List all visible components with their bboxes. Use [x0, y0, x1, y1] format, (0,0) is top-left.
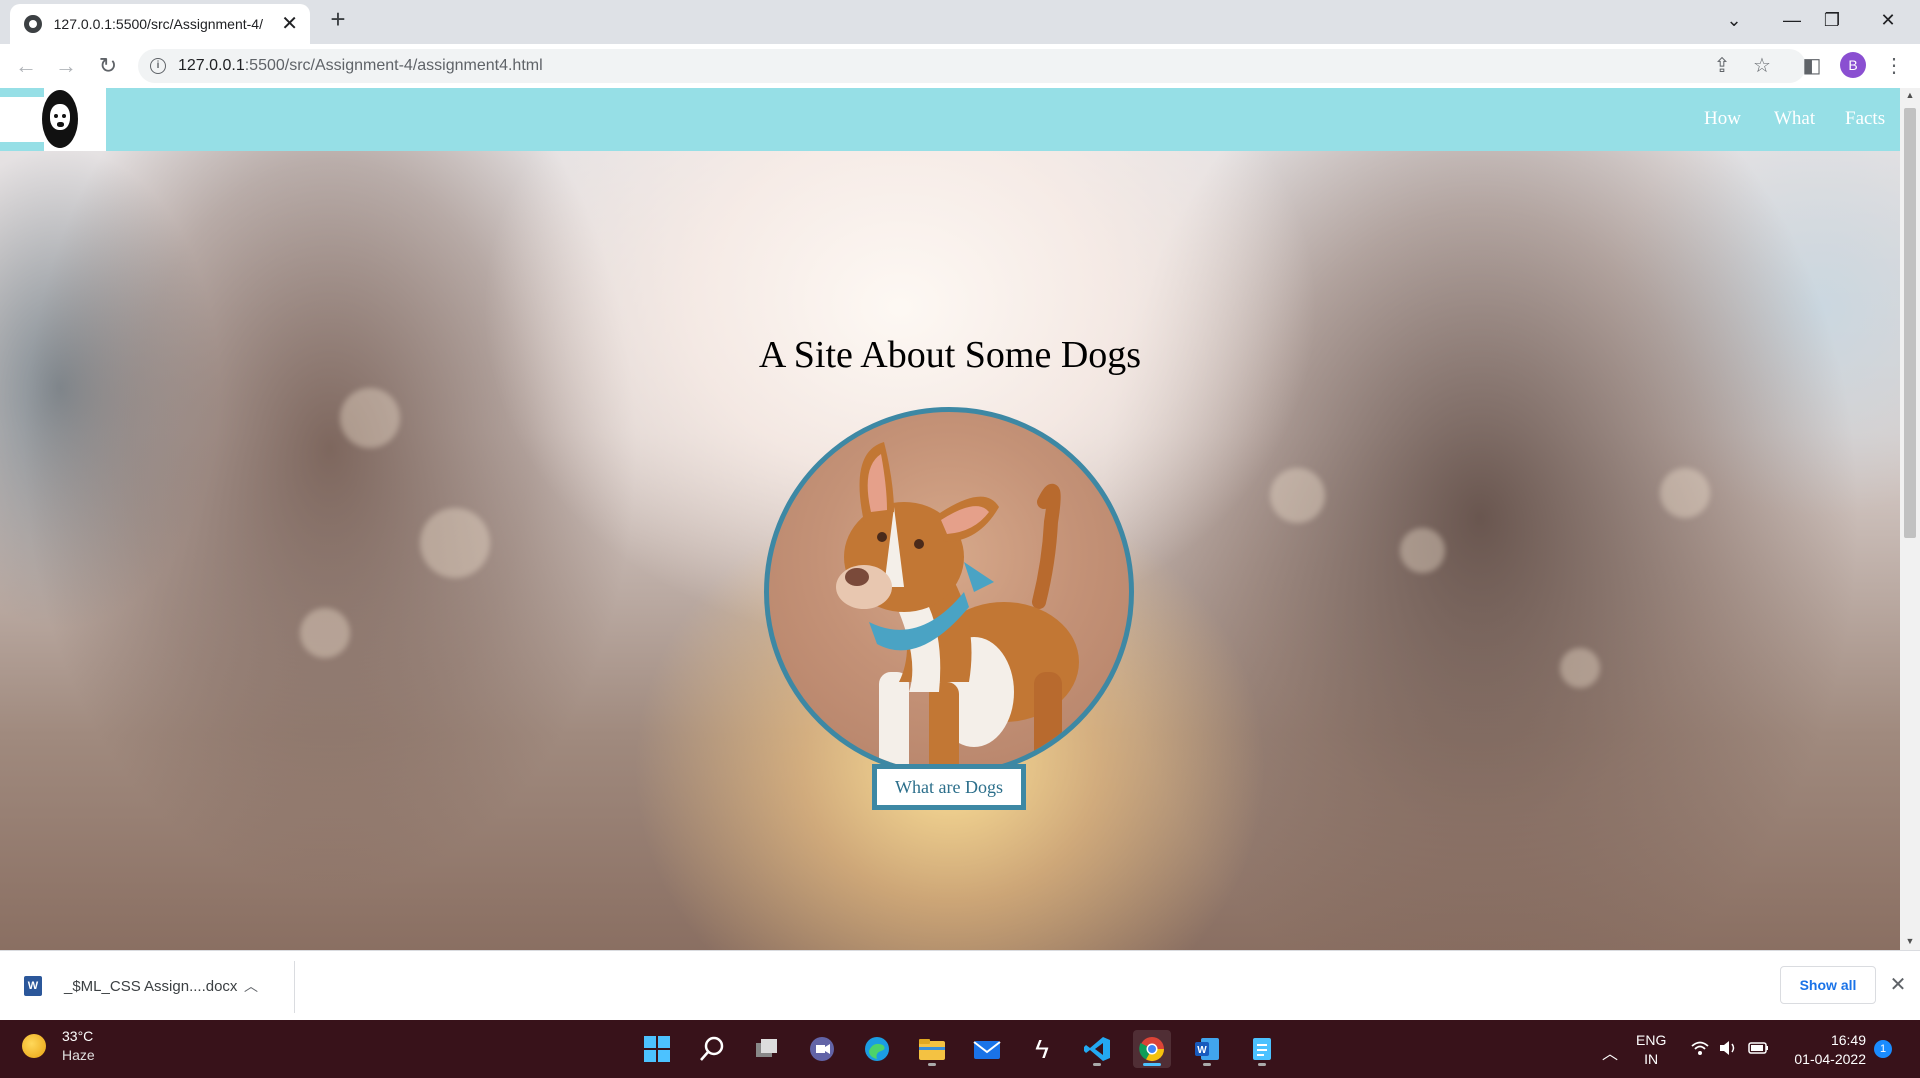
dog-illustration: [836, 442, 1079, 772]
teams-chat-icon[interactable]: [803, 1030, 841, 1068]
temperature: 33°C: [62, 1028, 94, 1044]
download-bar: W _$ML_CSS Assign....docx ︿ Show all ✕: [0, 950, 1920, 1020]
file-explorer-icon[interactable]: [913, 1030, 951, 1068]
nav-link-how[interactable]: How: [1704, 108, 1741, 130]
site-info-icon[interactable]: i: [150, 58, 166, 74]
weather-condition: Haze: [62, 1047, 95, 1063]
reload-icon[interactable]: ↻: [94, 52, 122, 80]
wifi-icon[interactable]: [1690, 1040, 1710, 1061]
browser-toolbar: ← → ↻ i 127.0.0.1:5500/src/Assignment-4/…: [0, 44, 1920, 88]
share-icon[interactable]: ⇪: [1708, 52, 1736, 80]
logo-container: [0, 88, 106, 151]
sun-haze-icon: [22, 1033, 46, 1058]
tab-strip: 127.0.0.1:5500/src/Assignment-4/ ✕ + ⌄ —…: [0, 0, 1920, 44]
what-are-dogs-button[interactable]: What are Dogs: [872, 764, 1026, 810]
edge-icon[interactable]: [858, 1030, 896, 1068]
search-icon[interactable]: [693, 1030, 731, 1068]
download-item[interactable]: W _$ML_CSS Assign....docx ︿: [24, 969, 294, 1003]
notification-badge[interactable]: 1: [1874, 1040, 1892, 1058]
nav-link-what[interactable]: What: [1774, 108, 1815, 130]
show-all-button[interactable]: Show all: [1780, 966, 1876, 1004]
restore-button[interactable]: ❐: [1810, 6, 1854, 34]
page-viewport: How What Facts A Site About Some Dogs Wh…: [0, 88, 1900, 950]
svg-text:W: W: [1197, 1045, 1207, 1056]
language-indicator[interactable]: ENG IN: [1636, 1031, 1666, 1069]
system-clock[interactable]: 16:49 01-04-2022: [1786, 1031, 1866, 1069]
site-navbar: How What Facts: [0, 88, 1900, 151]
browser-tab[interactable]: 127.0.0.1:5500/src/Assignment-4/ ✕: [10, 4, 310, 44]
minimize-button[interactable]: —: [1770, 6, 1814, 34]
back-arrow-icon[interactable]: ←: [12, 52, 40, 80]
page-title: A Site About Some Dogs: [758, 334, 1142, 376]
chevron-up-icon[interactable]: ︿: [1602, 1040, 1618, 1064]
globe-icon: [24, 15, 42, 33]
sublime-icon[interactable]: ϟ: [1023, 1030, 1061, 1068]
forward-arrow-icon[interactable]: →: [52, 52, 80, 80]
windows-start-icon[interactable]: [638, 1030, 676, 1068]
page-scrollbar[interactable]: ▲ ▼: [1900, 88, 1920, 950]
word-file-icon: W: [24, 976, 42, 996]
tab-search-icon[interactable]: ⌄: [1712, 6, 1756, 34]
nav-link-facts[interactable]: Facts: [1845, 108, 1885, 130]
chrome-icon[interactable]: [1133, 1030, 1171, 1068]
notepad-icon[interactable]: [1243, 1030, 1281, 1068]
download-file-name: _$ML_CSS Assign....docx: [64, 977, 238, 995]
weather-widget[interactable]: 33°C Haze: [22, 1028, 95, 1063]
windows-taskbar: 33°C Haze ϟ W ︿ ENG IN 16:49 01-04-2022 …: [0, 1020, 1920, 1078]
volume-icon[interactable]: [1718, 1040, 1738, 1061]
address-bar[interactable]: i 127.0.0.1:5500/src/Assignment-4/assign…: [138, 49, 1806, 83]
scrollbar-thumb[interactable]: [1904, 108, 1916, 538]
dog-image: [764, 407, 1134, 777]
task-view-icon[interactable]: [748, 1030, 786, 1068]
download-divider: [294, 961, 295, 1013]
menu-kebab-icon[interactable]: ⋮: [1880, 52, 1908, 80]
tab-title: 127.0.0.1:5500/src/Assignment-4/: [53, 16, 263, 32]
mail-icon[interactable]: [968, 1030, 1006, 1068]
close-download-bar-icon[interactable]: ✕: [1886, 971, 1910, 999]
vscode-icon[interactable]: [1078, 1030, 1116, 1068]
bookmark-star-icon[interactable]: ☆: [1748, 52, 1776, 80]
chevron-up-icon[interactable]: ︿: [244, 976, 258, 996]
word-icon[interactable]: W: [1188, 1030, 1226, 1068]
battery-icon[interactable]: [1748, 1040, 1770, 1061]
dog-logo-icon[interactable]: [42, 90, 78, 148]
new-tab-button[interactable]: +: [324, 6, 352, 34]
profile-avatar[interactable]: B: [1840, 52, 1866, 78]
side-panel-icon[interactable]: ◧: [1798, 52, 1826, 80]
close-tab-icon[interactable]: ✕: [281, 14, 298, 34]
url-text: 127.0.0.1:5500/src/Assignment-4/assignme…: [178, 57, 543, 74]
close-window-button[interactable]: ✕: [1866, 6, 1910, 34]
